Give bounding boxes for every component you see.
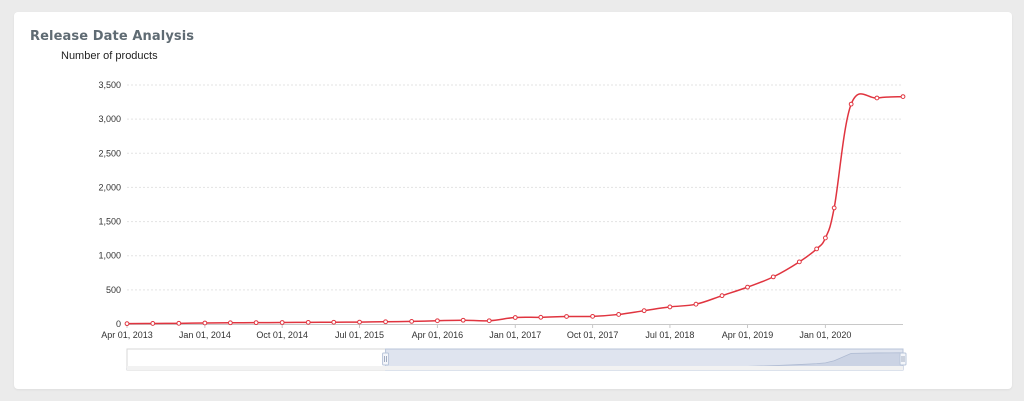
data-point [227,320,233,326]
y-tick-label: 2,000 [98,182,121,192]
data-point [564,314,569,319]
data-point [253,320,259,326]
data-point [814,246,820,252]
data-point [305,319,311,325]
x-tick-label: Jan 01, 2017 [489,330,541,340]
x-tick-label: Jul 01, 2018 [645,330,694,340]
y-tick-label: 500 [106,285,121,295]
data-point [538,314,544,320]
y-tick-label: 1,500 [98,217,121,227]
data-point [796,259,802,265]
x-tick-label: Jan 01, 2014 [179,330,231,340]
data-point [745,284,750,290]
data-point [357,319,362,325]
data-point [900,94,906,100]
data-point [486,318,492,324]
data-point [512,315,518,320]
y-tick-label: 2,500 [98,148,121,158]
data-point [770,274,776,280]
data-point [590,313,595,319]
y-tick-label: 3,000 [98,114,121,124]
data-point [831,205,837,211]
data-point [719,293,725,299]
data-point [435,318,440,324]
x-tick-label: Apr 01, 2016 [412,330,464,340]
data-point [150,321,156,326]
line-chart: 0 500 1,000 1,500 2,000 2,500 3,000 3,500 Apr 01… [98,80,907,371]
data-point [124,321,130,327]
data-point [874,95,880,101]
y-tick-label: 1,000 [98,251,121,261]
series-line [126,93,904,325]
navigator-scrollbar [127,366,903,370]
x-tick-label: Jan 01, 2020 [799,330,851,340]
x-tick-label: Apr 01, 2013 [101,330,153,340]
x-tick-label: Oct 01, 2017 [567,330,619,340]
data-point [409,319,415,324]
y-tick-label: 0 [116,319,121,329]
data-point [383,319,388,325]
data-point [641,308,647,314]
data-point [331,319,337,325]
data-point [460,317,466,323]
x-tick-label: Oct 01, 2014 [256,330,308,340]
data-point [693,301,699,307]
data-point [848,101,854,107]
x-tick-label: Jul 01, 2015 [335,330,384,340]
y-tick-label: 3,500 [98,80,121,90]
data-point [823,235,828,241]
data-point [616,312,622,317]
data-point [667,304,673,310]
navigator-right-handle[interactable] [899,352,907,366]
data-point [202,320,208,326]
x-tick-label: Apr 01, 2019 [722,330,774,340]
data-point [279,320,285,325]
data-point [176,320,182,326]
navigator-left-handle[interactable] [382,352,390,366]
